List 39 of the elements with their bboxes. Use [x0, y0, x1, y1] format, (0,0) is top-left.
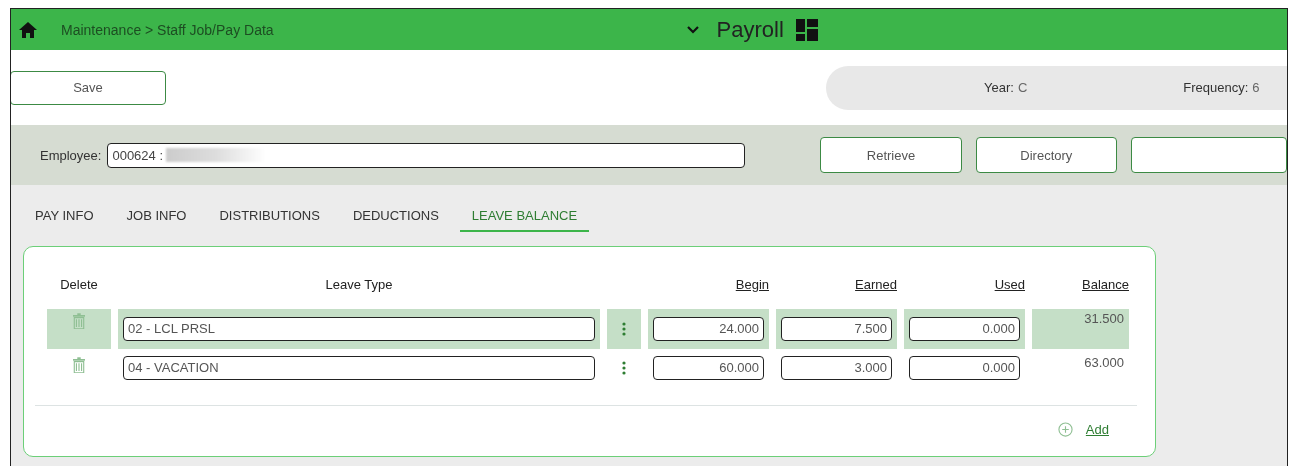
- earned-field[interactable]: 7.500: [781, 317, 892, 341]
- tab[interactable]: PAY INFO: [23, 206, 106, 232]
- tab[interactable]: LEAVE BALANCE: [459, 206, 590, 232]
- chevron-down-icon[interactable]: [686, 25, 699, 34]
- action-button[interactable]: Directory: [975, 137, 1117, 173]
- grid-icon[interactable]: [795, 18, 818, 41]
- leave-type-field[interactable]: 02 - LCL PRSL: [123, 317, 595, 341]
- frequency-label: Frequency:: [1183, 80, 1249, 95]
- used-field[interactable]: 0.000: [909, 356, 1020, 380]
- column-header: Leave Type: [324, 277, 394, 294]
- tab[interactable]: JOB INFO: [114, 206, 199, 232]
- more-options-icon[interactable]: [622, 322, 626, 336]
- add-link[interactable]: Add: [1085, 422, 1109, 437]
- module-title: Payroll: [716, 16, 784, 43]
- home-icon[interactable]: [18, 20, 38, 39]
- column-header[interactable]: Earned: [776, 277, 897, 305]
- action-button[interactable]: Retrieve: [820, 137, 962, 173]
- balance-value: 63.000: [1084, 355, 1124, 370]
- tab[interactable]: DISTRIBUTIONS: [207, 206, 332, 232]
- year-label: Year:: [984, 80, 1014, 95]
- column-header[interactable]: Used: [904, 277, 1025, 305]
- begin-field[interactable]: 60.000: [653, 356, 764, 380]
- used-field[interactable]: 0.000: [909, 317, 1020, 341]
- column-header[interactable]: Begin: [648, 277, 769, 305]
- employee-field[interactable]: 000624 :: [107, 142, 746, 168]
- balance-value: 31.500: [1084, 311, 1124, 326]
- earned-field[interactable]: 3.000: [781, 356, 892, 380]
- begin-field[interactable]: 24.000: [653, 317, 764, 341]
- frequency-value: 6: [1252, 80, 1260, 95]
- column-header: Delete: [59, 277, 99, 294]
- cut-off-button[interactable]: [1131, 137, 1287, 173]
- employee-label: Employee:: [40, 147, 102, 163]
- tab[interactable]: DEDUCTIONS: [340, 206, 451, 232]
- more-options-icon[interactable]: [622, 361, 626, 375]
- breadcrumb: Maintenance > Staff Job/Pay Data: [61, 21, 274, 38]
- year-value: C: [1017, 80, 1028, 95]
- leave-type-field[interactable]: 04 - VACATION: [123, 356, 595, 380]
- column-header[interactable]: Balance: [1032, 277, 1129, 305]
- save-button[interactable]: Save: [11, 70, 166, 105]
